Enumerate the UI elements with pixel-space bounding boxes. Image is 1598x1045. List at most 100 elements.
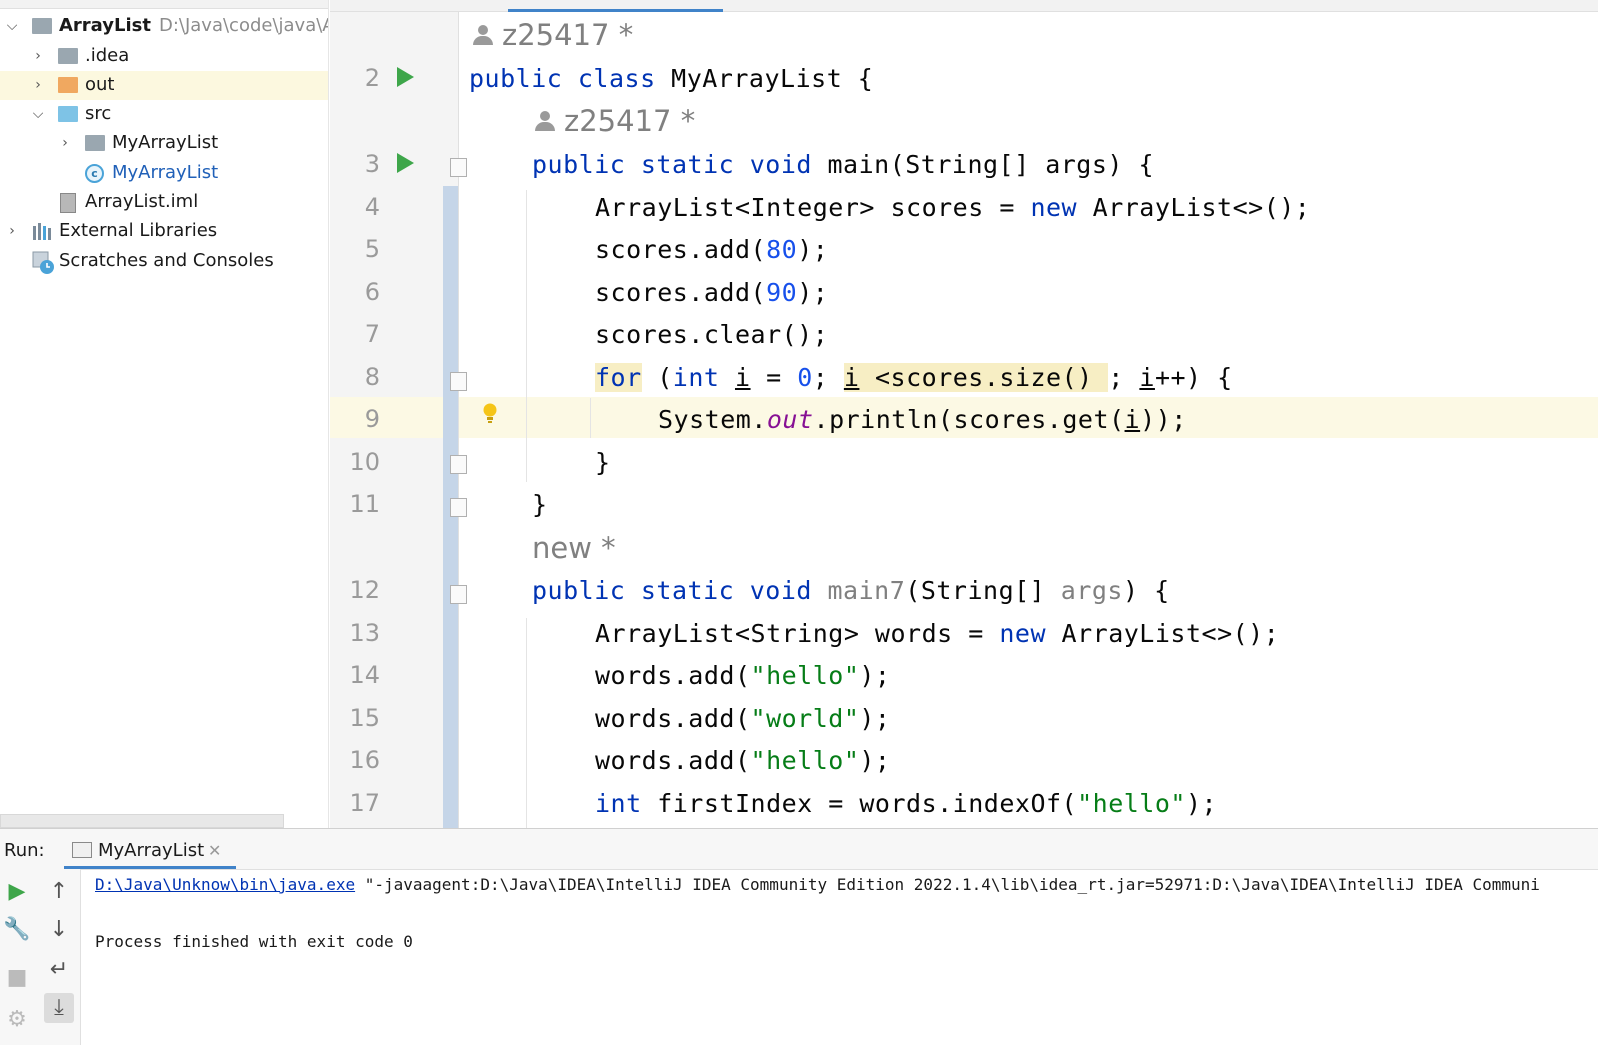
console-icon — [72, 842, 92, 858]
tree-item-scratches[interactable]: Scratches and Consoles — [0, 247, 328, 276]
author-name: new * — [532, 531, 616, 565]
fold-marker-icon[interactable] — [450, 455, 467, 474]
tree-item-external-libraries[interactable]: › External Libraries — [0, 217, 328, 246]
line-number: 2 — [364, 64, 380, 92]
code-line[interactable]: for (int i = 0; i <scores.size() ; i++) … — [595, 363, 1233, 392]
code-line[interactable]: scores.add(90); — [595, 278, 828, 307]
indent-guide — [590, 398, 591, 438]
line-number: 16 — [349, 746, 380, 774]
gutter-separator — [458, 12, 459, 828]
console-exit-message: Process finished with exit code 0 — [95, 932, 413, 951]
code-line[interactable]: public static void main(String[] args) { — [532, 150, 1154, 179]
stop-icon[interactable]: ■ — [2, 963, 32, 993]
soft-wrap-icon[interactable]: ↵ — [44, 955, 74, 985]
code-line[interactable]: } — [595, 448, 611, 477]
libraries-icon — [32, 222, 52, 240]
code-author-hint[interactable]: z25417 * — [534, 104, 695, 138]
fold-marker-icon[interactable] — [450, 498, 467, 517]
fold-marker-icon[interactable] — [450, 158, 467, 177]
line-number: 15 — [349, 704, 380, 732]
code-line[interactable]: ArrayList<Integer> scores = new ArrayLis… — [595, 193, 1310, 222]
code-line[interactable]: } — [532, 490, 548, 519]
code-line[interactable]: public static void main7(String[] args) … — [532, 576, 1170, 605]
run-label: Run: — [4, 840, 45, 861]
code-line[interactable]: words.add("hello"); — [595, 661, 890, 690]
tree-item-out[interactable]: › out — [0, 71, 328, 100]
code-line[interactable]: System.out.println(scores.get(i)); — [658, 405, 1187, 434]
run-tab-label: MyArrayList — [98, 840, 205, 861]
code-line[interactable]: words.add("hello"); — [595, 746, 890, 775]
code-line[interactable]: ArrayList<String> words = new ArrayList<… — [595, 619, 1279, 648]
line-number: 4 — [364, 193, 380, 221]
user-icon — [472, 25, 494, 47]
tree-item-package[interactable]: › MyArrayList — [0, 129, 328, 158]
line-number: 7 — [364, 320, 380, 348]
wrench-icon[interactable]: 🔧 — [2, 915, 32, 945]
line-number: 5 — [364, 235, 380, 263]
chevron-right-icon[interactable]: › — [57, 133, 73, 153]
fold-marker-icon[interactable] — [450, 372, 467, 391]
folder-icon — [58, 48, 78, 64]
module-folder-icon — [32, 18, 52, 34]
line-number: 3 — [364, 150, 380, 178]
author-name: z25417 * — [564, 104, 696, 138]
package-icon — [85, 135, 105, 151]
chevron-down-icon[interactable]: ⌵ — [30, 104, 46, 124]
line-number: 17 — [349, 789, 380, 817]
tree-item-label: .idea — [85, 45, 130, 66]
code-line[interactable]: public class MyArrayList { — [469, 64, 873, 93]
code-line[interactable]: words.add("world"); — [595, 704, 890, 733]
editor-tab-strip — [330, 0, 1598, 12]
chevron-right-icon[interactable]: › — [30, 75, 46, 95]
tree-item-label: ArrayList.iml — [85, 191, 199, 212]
tree-item-label: MyArrayList — [112, 162, 219, 183]
close-icon[interactable]: ✕ — [208, 841, 221, 860]
code-line[interactable]: int firstIndex = words.indexOf("hello"); — [595, 789, 1217, 818]
excluded-folder-icon — [58, 77, 78, 93]
tree-item-label: src — [85, 103, 112, 124]
line-number: 13 — [349, 619, 380, 647]
chevron-right-icon[interactable]: › — [4, 221, 20, 241]
line-number: 14 — [349, 661, 380, 689]
run-tab-myarraylist[interactable]: MyArrayList ✕ — [64, 829, 236, 869]
tree-item-src[interactable]: ⌵ src — [0, 100, 328, 129]
scroll-to-end-icon[interactable]: ⤓ — [44, 993, 74, 1023]
tree-item-idea[interactable]: › .idea — [0, 42, 328, 71]
user-icon — [534, 111, 556, 133]
tree-horizontal-scrollbar[interactable] — [0, 814, 284, 828]
intention-bulb-icon[interactable] — [482, 402, 498, 426]
tree-item-iml[interactable]: ArrayList.iml — [0, 188, 328, 217]
line-number: 10 — [349, 448, 380, 476]
java-class-icon: c — [85, 164, 104, 183]
line-number: 8 — [364, 363, 380, 391]
tree-item-label: out — [85, 74, 115, 95]
arrow-up-icon[interactable]: ↑ — [44, 877, 74, 907]
console-command-args: "-javaagent:D:\Java\IDEA\IntelliJ IDEA C… — [355, 875, 1540, 894]
code-line[interactable]: scores.add(80); — [595, 235, 828, 264]
project-toolbar — [0, 0, 328, 9]
code-author-hint[interactable]: new * — [532, 531, 616, 565]
run-main-icon[interactable] — [397, 153, 414, 173]
code-line[interactable]: scores.clear(); — [595, 320, 828, 349]
settings-gear-icon[interactable]: ⚙ — [2, 1005, 32, 1035]
tree-item-class[interactable]: c MyArrayList — [0, 159, 328, 188]
line-number: 9 — [364, 405, 380, 433]
chevron-right-icon[interactable]: › — [30, 46, 46, 66]
tree-item-label: Scratches and Consoles — [59, 250, 274, 271]
tab-myarraylist-java[interactable] — [508, 0, 723, 12]
code-author-hint[interactable]: z25417 * — [472, 18, 633, 52]
run-class-icon[interactable] — [397, 67, 414, 87]
line-number: 12 — [349, 576, 380, 604]
scratches-icon — [32, 251, 54, 274]
rerun-icon[interactable]: ▶ — [2, 877, 32, 907]
tree-root-arraylist[interactable]: ⌵ ArrayList D:\Java\code\java\Arr — [0, 12, 328, 41]
console-output[interactable]: D:\Java\Unknow\bin\java.exe "-javaagent:… — [95, 875, 1595, 951]
line-number: 6 — [364, 278, 380, 306]
console-java-path-link[interactable]: D:\Java\Unknow\bin\java.exe — [95, 875, 355, 894]
fold-marker-icon[interactable] — [450, 585, 467, 604]
arrow-down-icon[interactable]: ↓ — [44, 915, 74, 945]
tree-item-label: External Libraries — [59, 220, 218, 241]
chevron-down-icon[interactable]: ⌵ — [4, 16, 20, 36]
run-header: Run: MyArrayList ✕ — [0, 829, 1598, 870]
iml-file-icon — [60, 193, 76, 213]
